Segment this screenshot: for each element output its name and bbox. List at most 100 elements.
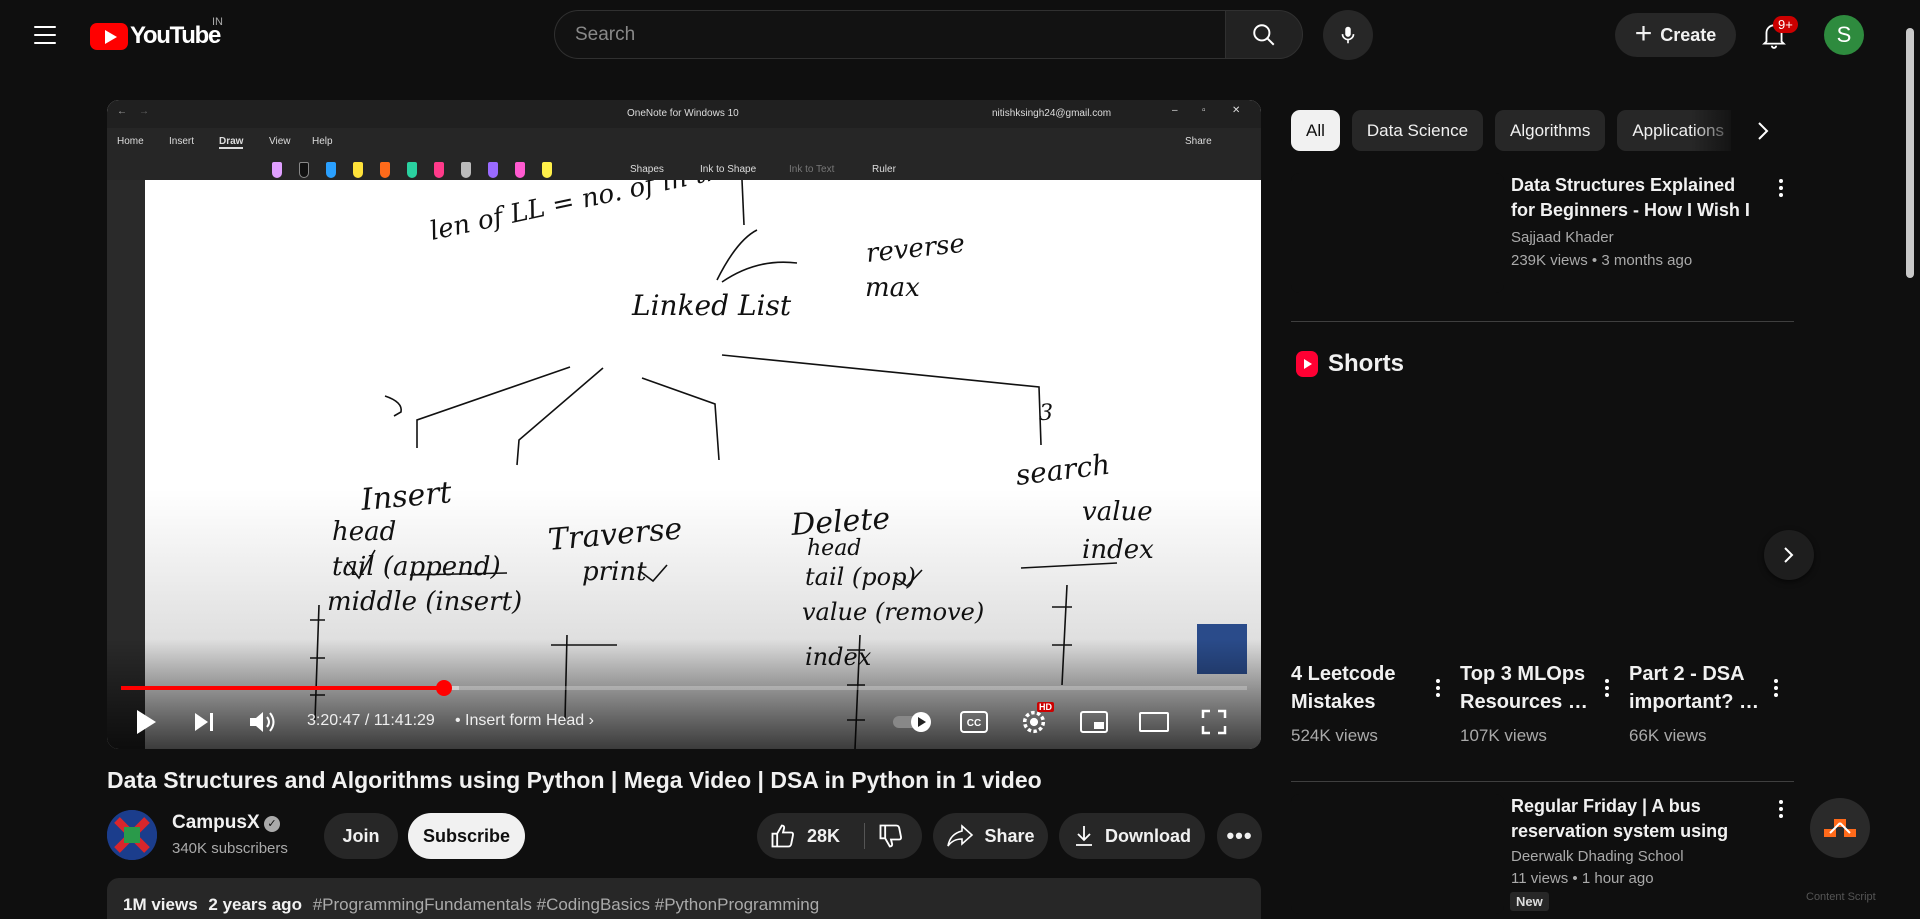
ink-text-insert-item: head [332, 517, 396, 547]
notification-count-badge: 9+ [1773, 16, 1798, 33]
filter-chips: All Data Science Algorithms Applications [1291, 110, 1731, 151]
fullscreen-button[interactable] [1197, 706, 1231, 738]
short-views: 107K views [1460, 726, 1547, 745]
mute-button[interactable] [245, 706, 279, 738]
short-title[interactable]: Top 3 MLOps Resources … [1460, 660, 1620, 716]
miniplayer-button[interactable] [1077, 706, 1111, 738]
ink-text-delete-item: value (remove) [802, 598, 984, 626]
search-input[interactable] [554, 10, 1225, 59]
dislike-button[interactable] [877, 822, 905, 855]
captions-button[interactable]: CC [957, 706, 991, 738]
search-button[interactable] [1225, 10, 1303, 59]
short-item[interactable]: Part 2 - DSA important? … 66K views [1629, 660, 1789, 746]
youtube-logo[interactable]: YouTube [90, 22, 221, 50]
short-item[interactable]: Top 3 MLOps Resources … 107K views [1460, 660, 1620, 746]
restore-icon: ▫ [1202, 105, 1206, 116]
section-divider [1291, 781, 1794, 782]
voice-search-button[interactable] [1323, 10, 1373, 60]
chips-next-button[interactable] [1743, 110, 1783, 152]
video-thumbnail[interactable] [1291, 173, 1504, 293]
recommended-video[interactable]: Regular Friday | A bus reservation syste… [1291, 794, 1793, 914]
settings-button[interactable]: HD [1017, 702, 1054, 738]
more-actions-button[interactable]: ••• [1217, 813, 1262, 859]
share-label: Share [984, 825, 1035, 846]
ink-text-top-left: len of LL = no. of in the [427, 180, 739, 247]
subscribe-button[interactable]: Subscribe [408, 813, 525, 859]
theater-mode-icon [1139, 712, 1169, 732]
pen-icon [542, 162, 552, 178]
download-button[interactable]: Download [1059, 813, 1205, 859]
masthead: YouTube IN + Create 9+ S [0, 0, 1920, 70]
share-button[interactable]: Share [933, 813, 1048, 859]
description-box[interactable]: 1M views 2 years ago #ProgrammingFundame… [107, 878, 1261, 919]
channel-avatar[interactable] [107, 810, 157, 860]
chapter-title[interactable]: • Insert form Head › [455, 712, 594, 730]
join-button[interactable]: Join [324, 813, 398, 859]
short-title[interactable]: Part 2 - DSA important? … [1629, 660, 1789, 716]
search-icon [1253, 23, 1275, 45]
region-code: IN [212, 16, 223, 28]
skip-next-icon [195, 713, 213, 731]
more-vertical-icon[interactable] [1431, 676, 1445, 700]
recommended-video-channel[interactable]: Deerwalk Dhading School [1511, 848, 1684, 865]
more-vertical-icon[interactable] [1600, 676, 1614, 700]
ink-text-insert: Insert [359, 475, 454, 518]
chip-all[interactable]: All [1291, 110, 1340, 151]
recommended-video[interactable]: Data Structures Explained for Beginners … [1291, 173, 1793, 293]
like-button[interactable]: 28K [769, 822, 840, 850]
gear-icon [1022, 710, 1046, 734]
recommended-video-title[interactable]: Data Structures Explained for Beginners … [1511, 173, 1755, 223]
hd-badge: HD [1037, 702, 1054, 712]
onenote-title: OneNote for Windows 10 [627, 108, 739, 119]
extension-floating-button[interactable] [1810, 798, 1870, 858]
play-button[interactable] [129, 706, 163, 738]
shorts-next-button[interactable] [1764, 530, 1814, 580]
new-badge: New [1510, 892, 1549, 911]
captions-icon: CC [960, 711, 988, 733]
chip-data-science[interactable]: Data Science [1351, 110, 1484, 151]
ink-text-delete-item: head [807, 536, 861, 561]
back-arrow-icon: ← [117, 106, 127, 117]
pen-icon [299, 162, 309, 178]
account-avatar[interactable]: S [1824, 15, 1864, 55]
video-thumbnail[interactable] [1291, 794, 1504, 914]
page-scrollbar[interactable] [1904, 20, 1916, 919]
progress-bar[interactable] [121, 680, 1247, 696]
ink-text-reverse: reverse [865, 229, 967, 269]
theater-mode-button[interactable] [1137, 706, 1171, 738]
hamburger-menu-icon[interactable] [28, 18, 62, 52]
filter-chips-bar: All Data Science Algorithms Applications [1291, 110, 1731, 152]
short-item[interactable]: 4 Leetcode Mistakes 524K views [1291, 660, 1451, 746]
scrollbar-thumb[interactable] [1906, 28, 1914, 278]
recommended-video-channel[interactable]: Sajjaad Khader [1511, 229, 1614, 246]
thumbs-down-icon [879, 824, 902, 848]
plus-icon: + [1634, 16, 1653, 50]
recommended-video-title[interactable]: Regular Friday | A bus reservation syste… [1511, 794, 1755, 844]
autoplay-toggle[interactable] [890, 706, 936, 738]
video-player[interactable]: ← → OneNote for Windows 10 nitishksingh2… [107, 100, 1261, 749]
ribbon-tab-draw: Draw [219, 136, 244, 149]
more-vertical-icon[interactable] [1771, 794, 1791, 824]
pen-icon [515, 162, 525, 178]
recommended-video-meta: 11 views • 1 hour ago [1511, 870, 1654, 887]
next-button[interactable] [187, 706, 221, 738]
shorts-heading: Shorts [1296, 350, 1404, 378]
forward-arrow-icon: → [139, 106, 149, 117]
ink-text-search: search [1014, 448, 1112, 492]
upload-age: 3 months ago [1601, 252, 1693, 269]
short-title[interactable]: 4 Leetcode Mistakes [1291, 660, 1451, 716]
chip-algorithms[interactable]: Algorithms [1495, 110, 1606, 151]
more-vertical-icon[interactable] [1769, 676, 1783, 700]
create-button[interactable]: + Create [1615, 13, 1736, 57]
like-dislike-group: 28K [757, 813, 922, 859]
more-vertical-icon[interactable] [1771, 173, 1791, 203]
share-icon [947, 824, 974, 847]
ribbon-tab-insert: Insert [169, 136, 195, 147]
recommended-video-meta: 239K views • 3 months ago [1511, 252, 1693, 269]
short-views: 524K views [1291, 726, 1378, 745]
ink-text-linked-list: Linked List [631, 289, 792, 322]
hashtags[interactable]: #ProgrammingFundamentals #CodingBasics #… [313, 895, 819, 914]
channel-name[interactable]: CampusX [172, 812, 260, 834]
short-views: 66K views [1629, 726, 1707, 745]
pen-icon [407, 162, 417, 178]
